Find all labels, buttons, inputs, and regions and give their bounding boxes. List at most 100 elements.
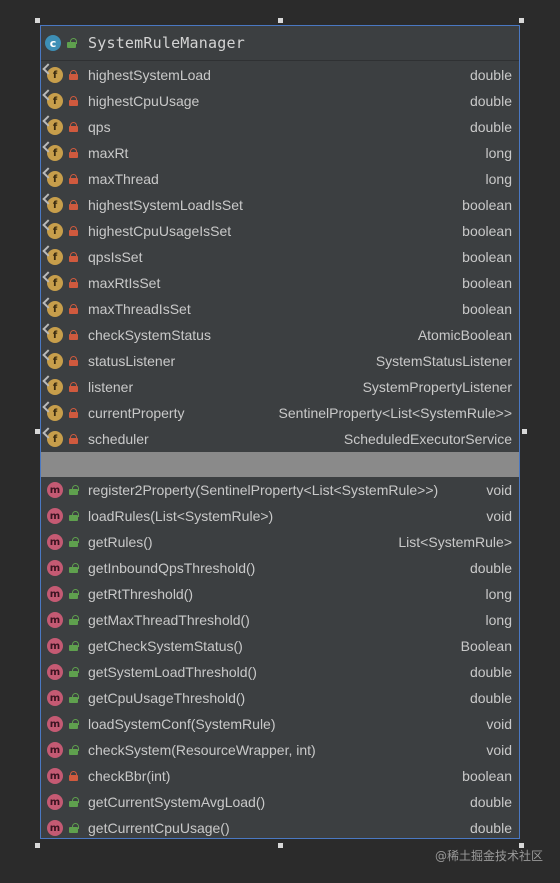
method-return-type: void	[486, 742, 512, 758]
field-name: maxRt	[88, 145, 129, 161]
method-row[interactable]: m getCurrentCpuUsage() double	[41, 815, 519, 841]
private-lock-icon	[69, 304, 78, 314]
method-return-type: Boolean	[460, 638, 512, 654]
resize-handle-top-right[interactable]	[519, 18, 524, 23]
method-icon: m	[47, 508, 63, 524]
static-marker-icon	[42, 89, 54, 101]
method-row[interactable]: m loadSystemConf(SystemRule) void	[41, 711, 519, 737]
static-marker-icon	[42, 271, 54, 283]
field-type: double	[469, 93, 512, 109]
public-lock-icon	[69, 823, 79, 833]
static-marker-icon	[42, 115, 54, 127]
field-row[interactable]: f highestCpuUsageIsSet boolean	[41, 218, 519, 244]
method-return-type: long	[485, 612, 512, 628]
method-row[interactable]: m getCheckSystemStatus() Boolean	[41, 633, 519, 659]
field-name: maxThread	[88, 171, 159, 187]
field-icon: f	[42, 167, 63, 187]
public-lock-icon	[69, 511, 79, 521]
field-row[interactable]: f highestCpuUsage double	[41, 88, 519, 114]
field-icon: f	[42, 219, 63, 239]
field-row[interactable]: f currentProperty SentinelProperty<List<Sy…	[41, 400, 519, 426]
method-row[interactable]: m getCurrentSystemAvgLoad() double	[41, 789, 519, 815]
field-row[interactable]: f checkSystemStatus AtomicBoolean	[41, 322, 519, 348]
public-lock-icon	[69, 667, 79, 677]
method-icon: m	[47, 534, 63, 550]
field-type: SystemPropertyListener	[362, 379, 512, 395]
field-icon: f	[42, 401, 63, 421]
field-row[interactable]: f listener SystemPropertyListener	[41, 374, 519, 400]
method-return-type: void	[486, 716, 512, 732]
method-signature: getSystemLoadThreshold()	[88, 664, 257, 680]
field-row[interactable]: f maxThreadIsSet boolean	[41, 296, 519, 322]
method-icon: m	[47, 560, 63, 576]
method-row[interactable]: m getCpuUsageThreshold() double	[41, 685, 519, 711]
field-icon: f	[42, 349, 63, 369]
static-marker-icon	[42, 297, 54, 309]
private-lock-icon	[69, 122, 78, 132]
field-row[interactable]: f scheduler ScheduledExecutorService	[41, 426, 519, 452]
resize-handle-bottom-center[interactable]	[278, 843, 283, 848]
field-name: qps	[88, 119, 111, 135]
public-lock-icon	[69, 615, 79, 625]
field-type: boolean	[462, 197, 512, 213]
method-row[interactable]: m getMaxThreadThreshold() long	[41, 607, 519, 633]
class-icon: c	[45, 35, 61, 51]
field-row[interactable]: f maxThread long	[41, 166, 519, 192]
field-type: double	[469, 67, 512, 83]
private-lock-icon	[69, 278, 78, 288]
method-signature: getCurrentSystemAvgLoad()	[88, 794, 266, 810]
method-signature: getCurrentCpuUsage()	[88, 820, 230, 836]
field-row[interactable]: f qpsIsSet boolean	[41, 244, 519, 270]
method-row[interactable]: m getRtThreshold() long	[41, 581, 519, 607]
field-row[interactable]: f qps double	[41, 114, 519, 140]
resize-handle-middle-right[interactable]	[522, 429, 527, 434]
private-lock-icon	[69, 356, 78, 366]
resize-handle-top-left[interactable]	[35, 18, 40, 23]
method-signature: register2Property(SentinelProperty<List<…	[88, 482, 439, 498]
field-icon: f	[42, 115, 63, 135]
field-row[interactable]: f maxRt long	[41, 140, 519, 166]
static-marker-icon	[42, 349, 54, 361]
public-lock-icon	[69, 641, 79, 651]
field-type: double	[469, 119, 512, 135]
field-type: long	[485, 145, 512, 161]
field-name: currentProperty	[88, 405, 185, 421]
resize-handle-top-center[interactable]	[278, 18, 283, 23]
static-marker-icon	[42, 193, 54, 205]
field-icon: f	[42, 245, 63, 265]
class-node[interactable]: c SystemRuleManager f highestSystemLoad do…	[40, 25, 520, 839]
public-lock-icon	[69, 745, 79, 755]
method-signature: checkSystem(ResourceWrapper, int)	[88, 742, 316, 758]
method-signature: loadSystemConf(SystemRule)	[88, 716, 276, 732]
static-marker-icon	[42, 427, 54, 439]
method-row[interactable]: m checkBbr(int) boolean	[41, 763, 519, 789]
field-icon: f	[42, 323, 63, 343]
method-row[interactable]: m getInboundQpsThreshold() double	[41, 555, 519, 581]
method-icon: m	[47, 690, 63, 706]
field-row[interactable]: f highestSystemLoad double	[41, 62, 519, 88]
section-separator	[41, 452, 519, 477]
method-signature: getCpuUsageThreshold()	[88, 690, 246, 706]
private-lock-icon	[69, 148, 78, 158]
field-name: maxThreadIsSet	[88, 301, 191, 317]
field-row[interactable]: f statusListener SystemStatusListener	[41, 348, 519, 374]
method-row[interactable]: m register2Property(SentinelProperty<List…	[41, 477, 519, 503]
public-lock-icon	[69, 719, 79, 729]
method-row[interactable]: m loadRules(List<SystemRule>) void	[41, 503, 519, 529]
static-marker-icon	[42, 323, 54, 335]
method-icon: m	[47, 742, 63, 758]
field-row[interactable]: f highestSystemLoadIsSet boolean	[41, 192, 519, 218]
static-marker-icon	[42, 141, 54, 153]
method-icon: m	[47, 482, 63, 498]
method-row[interactable]: m checkSystem(ResourceWrapper, int) void	[41, 737, 519, 763]
field-type: boolean	[462, 249, 512, 265]
private-lock-icon	[69, 226, 78, 236]
field-row[interactable]: f maxRtIsSet boolean	[41, 270, 519, 296]
class-name: SystemRuleManager	[88, 34, 245, 52]
method-row[interactable]: m getSystemLoadThreshold() double	[41, 659, 519, 685]
method-signature: checkBbr(int)	[88, 768, 171, 784]
method-row[interactable]: m getRules() List<SystemRule>	[41, 529, 519, 555]
static-marker-icon	[42, 63, 54, 75]
field-name: statusListener	[88, 353, 176, 369]
resize-handle-bottom-left[interactable]	[35, 843, 40, 848]
